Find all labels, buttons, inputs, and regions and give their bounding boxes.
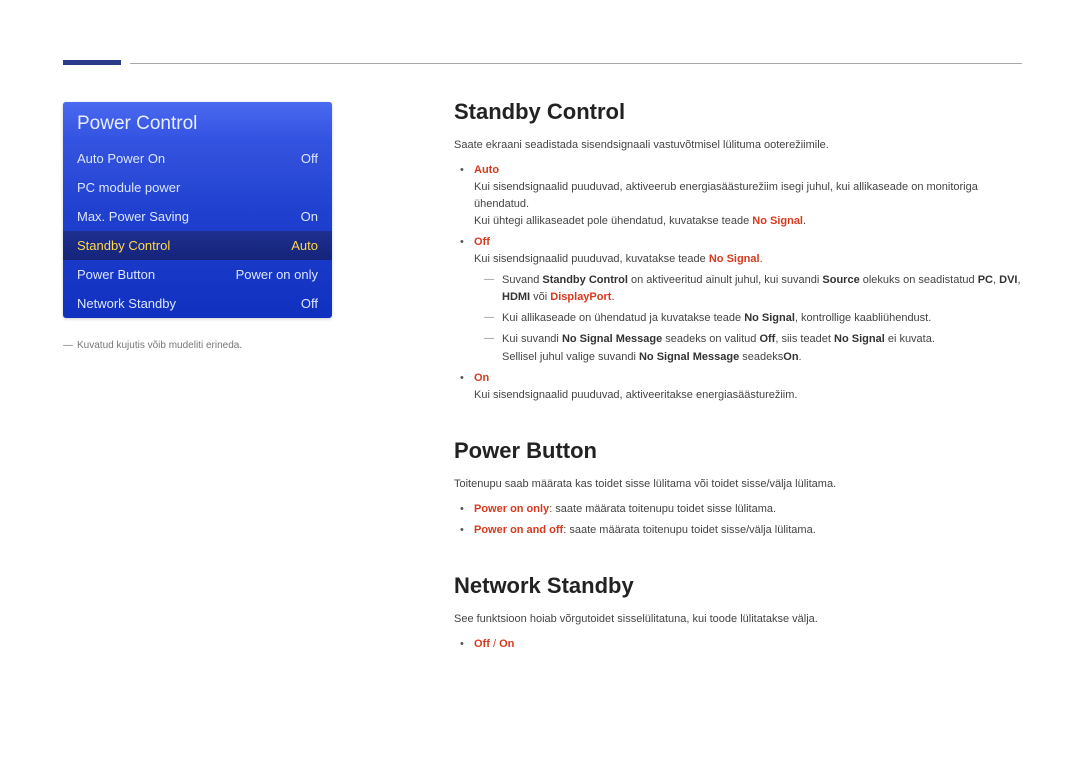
menu-footnote: ―Kuvatud kujutis võib mudeliti erineda. xyxy=(63,340,242,351)
network-option-off-on: Off / On xyxy=(454,636,1022,653)
content-area: Standby Control Saate ekraani seadistada… xyxy=(454,99,1022,687)
menu-item-label: PC module power xyxy=(77,180,180,195)
header-accent xyxy=(63,60,121,65)
heading-standby-control: Standby Control xyxy=(454,99,1022,125)
standby-option-auto: Auto Kui sisendsignaalid puuduvad, aktiv… xyxy=(454,162,1022,230)
menu-item-value: On xyxy=(301,209,318,224)
heading-power-button: Power Button xyxy=(454,438,1022,464)
dash-icon: ― xyxy=(63,340,73,351)
menu-item-power-button[interactable]: Power Button Power on only xyxy=(63,260,332,289)
menu-item-value: Off xyxy=(301,151,318,166)
menu-title: Power Control xyxy=(63,102,332,144)
standby-note-3: Kui suvandi No Signal Message seadeks on… xyxy=(482,331,1022,365)
menu-item-label: Auto Power On xyxy=(77,151,165,166)
power-control-menu: Power Control Auto Power On Off PC modul… xyxy=(63,102,332,318)
heading-network-standby: Network Standby xyxy=(454,573,1022,599)
menu-item-label: Standby Control xyxy=(77,238,170,253)
section-network-standby: Network Standby See funktsioon hoiab võr… xyxy=(454,573,1022,653)
menu-item-network-standby[interactable]: Network Standby Off xyxy=(63,289,332,318)
powerbutton-option-on-only: Power on only: saate määrata toitenupu t… xyxy=(454,501,1022,518)
standby-note-2: Kui allikaseade on ühendatud ja kuvataks… xyxy=(482,310,1022,327)
network-intro: See funktsioon hoiab võrgutoidet sisselü… xyxy=(454,611,1022,628)
menu-item-auto-power-on[interactable]: Auto Power On Off xyxy=(63,144,332,173)
section-standby-control: Standby Control Saate ekraani seadistada… xyxy=(454,99,1022,404)
menu-item-value: Off xyxy=(301,296,318,311)
menu-item-pc-module-power[interactable]: PC module power xyxy=(63,173,332,202)
menu-item-value: Power on only xyxy=(236,267,318,282)
section-power-button: Power Button Toitenupu saab määrata kas … xyxy=(454,438,1022,539)
menu-item-label: Max. Power Saving xyxy=(77,209,189,224)
menu-item-label: Power Button xyxy=(77,267,155,282)
powerbutton-intro: Toitenupu saab määrata kas toidet sisse … xyxy=(454,476,1022,493)
menu-item-standby-control[interactable]: Standby Control Auto xyxy=(63,231,332,260)
standby-note-1: Suvand Standby Control on aktiveeritud a… xyxy=(482,272,1022,306)
standby-option-off: Off Kui sisendsignaalid puuduvad, kuvata… xyxy=(454,234,1022,365)
header-rule xyxy=(130,63,1022,64)
menu-item-label: Network Standby xyxy=(77,296,176,311)
powerbutton-option-on-and-off: Power on and off: saate määrata toitenup… xyxy=(454,522,1022,539)
menu-item-value: Auto xyxy=(291,238,318,253)
menu-item-max-power-saving[interactable]: Max. Power Saving On xyxy=(63,202,332,231)
standby-intro: Saate ekraani seadistada sisendsignaali … xyxy=(454,137,1022,154)
standby-option-on: On Kui sisendsignaalid puuduvad, aktivee… xyxy=(454,370,1022,404)
